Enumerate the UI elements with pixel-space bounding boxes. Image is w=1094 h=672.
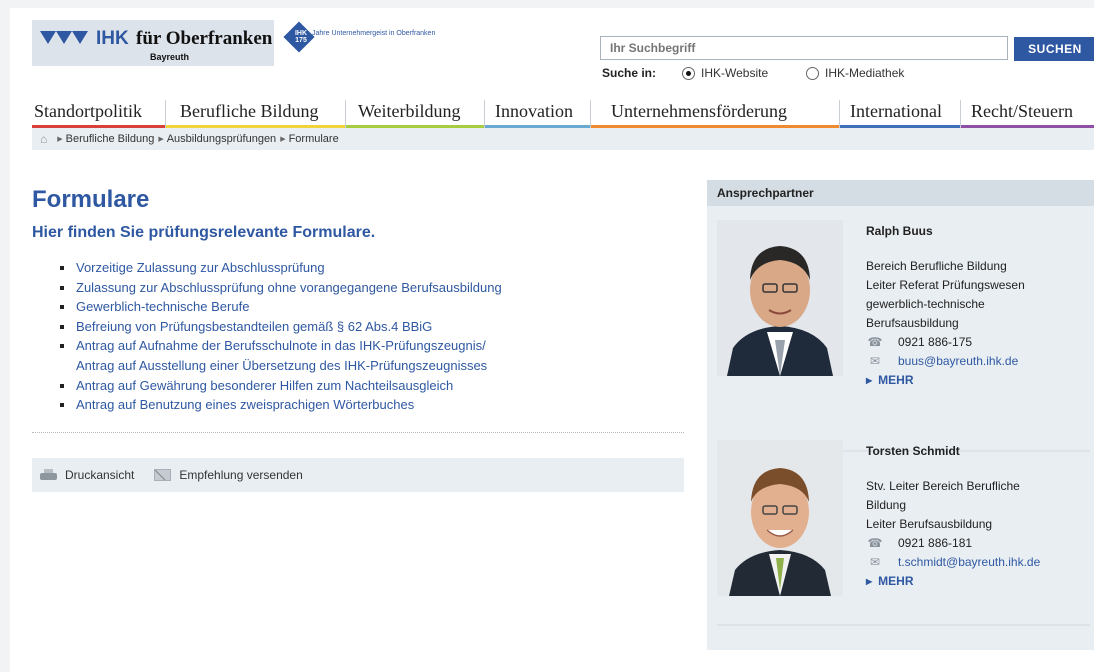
radio-unselected-icon[interactable]: [806, 66, 819, 80]
radio-selected-icon[interactable]: [682, 66, 695, 80]
ihk-logo[interactable]: IHK für Oberfranken Bayreuth: [32, 20, 274, 66]
contact-photo: [717, 220, 843, 376]
divider: [32, 432, 684, 433]
arrow-right-icon: ▶: [866, 576, 873, 586]
breadcrumb-item[interactable]: Berufliche Bildung: [66, 133, 155, 145]
nav-item-standortpolitik[interactable]: Standortpolitik: [32, 100, 166, 128]
breadcrumb-arrow-icon: ▶: [280, 136, 286, 143]
print-label: Druckansicht: [65, 468, 135, 482]
search-in-label: Suche in:: [602, 66, 657, 80]
contact-name: Ralph Buus: [866, 224, 933, 238]
nav-item-recht-steuern[interactable]: Recht/Steuern: [961, 100, 1094, 128]
contact-info: Torsten Schmidt Stv. Leiter Bereich Beru…: [866, 440, 1086, 588]
nav-item-international[interactable]: International: [840, 100, 961, 128]
contact-role: Bereich Berufliche Bildung Leiter Refera…: [866, 259, 1025, 330]
form-link[interactable]: Antrag auf Benutzung eines zweisprachige…: [60, 395, 680, 415]
envelope-icon: ✉: [869, 555, 881, 569]
contact-email[interactable]: ✉ buus@bayreuth.ihk.de: [866, 352, 1086, 371]
page-tools: Druckansicht Empfehlung versenden: [32, 458, 684, 492]
page: IHK für Oberfranken Bayreuth IHK 175 Jah…: [10, 8, 1094, 672]
search-button[interactable]: SUCHEN: [1014, 37, 1094, 61]
phone-icon: ☎: [867, 335, 883, 349]
contact-divider: [717, 624, 1090, 626]
breadcrumb-item[interactable]: Ausbildungsprüfungen: [167, 133, 276, 145]
sidebar-heading: Ansprechpartner: [707, 180, 1094, 206]
breadcrumb-item[interactable]: Formulare: [289, 133, 339, 145]
printer-icon: [40, 468, 57, 482]
radio-ihk-mediathek[interactable]: IHK-Mediathek: [806, 66, 904, 80]
contact-phone: ☎ 0921 886-175: [866, 333, 1086, 352]
contact-photo: [717, 440, 843, 596]
nav-item-unternehmensfoerderung[interactable]: Unternehmensförderung: [591, 100, 840, 128]
form-link-list: Vorzeitige Zulassung zur Abschlussprüfun…: [60, 258, 680, 415]
home-icon[interactable]: ⌂: [40, 132, 47, 146]
logo-triangle-icon: [72, 31, 88, 44]
recommend-label: Empfehlung versenden: [179, 468, 303, 482]
contact-phone: ☎ 0921 886-181: [866, 534, 1086, 553]
contact-sidebar: Ansprechpartner Ralph Buus Bereich Beruf…: [707, 180, 1094, 650]
form-link[interactable]: Antrag auf Gewährung besonderer Hilfen z…: [60, 376, 680, 396]
jubilee-badge: IHK 175: [294, 30, 308, 44]
arrow-right-icon: ▶: [866, 375, 873, 385]
contact-email[interactable]: ✉ t.schmidt@bayreuth.ihk.de: [866, 553, 1086, 572]
radio-label: IHK-Website: [701, 66, 769, 80]
more-link[interactable]: ▶ MEHR: [866, 373, 1086, 387]
form-link[interactable]: Antrag auf Aufnahme der Berufsschulnote …: [60, 336, 680, 375]
contact-info: Ralph Buus Bereich Berufliche Bildung Le…: [866, 220, 1086, 387]
nav-item-weiterbildung[interactable]: Weiterbildung: [346, 100, 485, 128]
contact-role: Stv. Leiter Bereich Berufliche Bildung L…: [866, 479, 1020, 531]
contact-name: Torsten Schmidt: [866, 444, 960, 458]
page-lead: Hier finden Sie prüfungsrelevante Formul…: [32, 224, 376, 241]
main-nav: Standortpolitik Berufliche Bildung Weite…: [32, 100, 1094, 128]
envelope-icon: [154, 469, 172, 481]
form-link[interactable]: Zulassung zur Abschlussprüfung ohne vora…: [60, 278, 680, 298]
breadcrumb-arrow-icon: ▶: [57, 136, 63, 143]
more-link[interactable]: ▶ MEHR: [866, 574, 1086, 588]
page-title: Formulare: [32, 186, 150, 213]
print-button[interactable]: Druckansicht: [40, 468, 134, 482]
logo-triangle-icon: [40, 31, 56, 44]
nav-item-innovation[interactable]: Innovation: [485, 100, 591, 128]
form-link[interactable]: Gewerblich-technische Berufe: [60, 297, 680, 317]
radio-ihk-website[interactable]: IHK-Website: [682, 66, 768, 80]
form-link[interactable]: Befreiung von Prüfungsbestandteilen gemä…: [60, 317, 680, 337]
jubilee-text: Jahre Unternehmergeist in Oberfranken: [312, 30, 436, 37]
breadcrumb-arrow-icon: ▶: [158, 136, 164, 143]
nav-item-berufliche-bildung[interactable]: Berufliche Bildung: [166, 100, 346, 128]
recommend-button[interactable]: Empfehlung versenden: [154, 468, 303, 482]
logo-ihk-text: IHK: [96, 28, 129, 49]
radio-label: IHK-Mediathek: [825, 66, 905, 80]
breadcrumb: ⌂ ▶ Berufliche Bildung ▶ Ausbildungsprüfun…: [32, 128, 1094, 150]
logo-triangle-icon: [56, 31, 72, 44]
logo-region-text: für Oberfranken: [136, 28, 273, 49]
logo-city-text: Bayreuth: [150, 52, 190, 62]
form-link[interactable]: Vorzeitige Zulassung zur Abschlussprüfun…: [60, 258, 680, 278]
phone-icon: ☎: [867, 536, 883, 550]
search-input[interactable]: [600, 36, 1008, 60]
envelope-icon: ✉: [869, 354, 881, 368]
